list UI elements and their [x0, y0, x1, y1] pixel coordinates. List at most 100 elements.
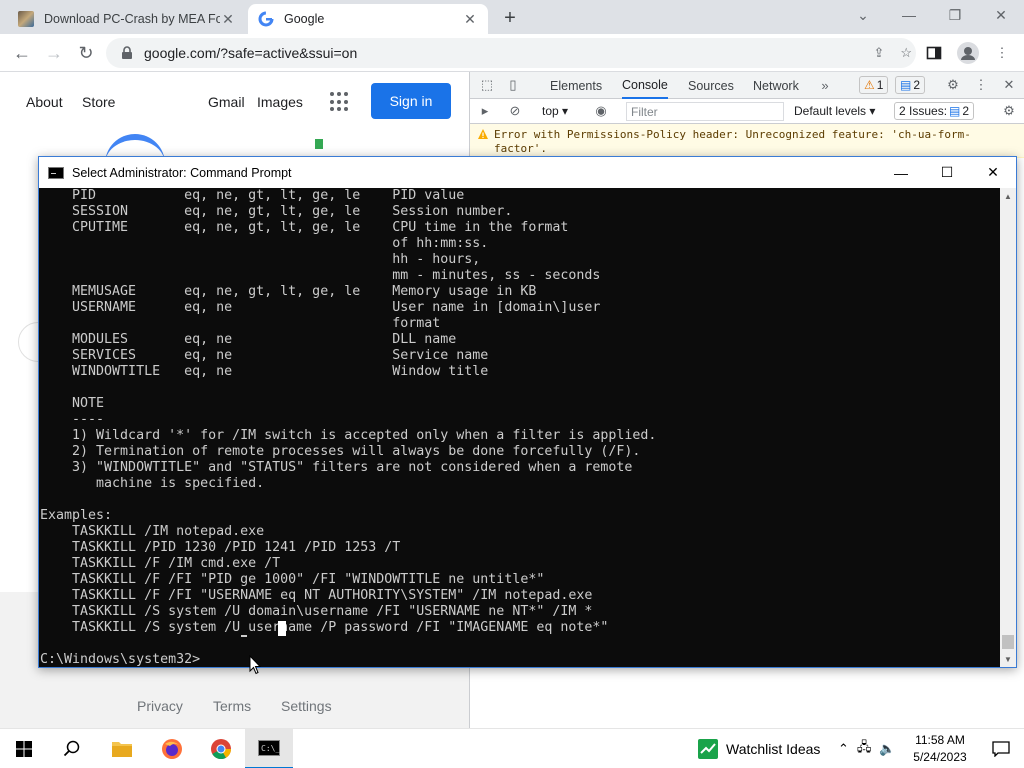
tab-network[interactable]: Network — [753, 72, 799, 99]
clock-date: 5/24/2023 — [913, 750, 967, 764]
browser-window-controls: ⌄ — ❐ ✕ — [840, 0, 1024, 30]
tab-pc-crash[interactable]: Download PC-Crash by MEA Forensic ✕ — [8, 4, 246, 34]
settings-link[interactable]: Settings — [281, 698, 332, 714]
volume-muted-icon[interactable]: 🔈 — [879, 741, 895, 757]
cmd-window-controls: — ☐ ✕ — [878, 157, 1016, 188]
images-link[interactable]: Images — [257, 94, 303, 110]
command-prompt-window[interactable]: Select Administrator: Command Prompt — ☐… — [38, 156, 1017, 668]
restore-button[interactable]: ❐ — [932, 0, 978, 30]
clear-console-icon[interactable]: ⊘ — [506, 102, 524, 120]
profile-avatar[interactable] — [956, 41, 980, 65]
log-levels-dropdown[interactable]: Default levels ▾ — [794, 104, 875, 118]
tab-google[interactable]: Google ✕ — [248, 4, 488, 34]
about-link[interactable]: About — [26, 94, 63, 110]
stock-chart-icon — [698, 739, 718, 759]
tab-elements[interactable]: Elements — [550, 72, 602, 99]
message-icon: ▤ — [949, 104, 961, 118]
tab-console[interactable]: Console — [622, 72, 668, 99]
sidebar-toggle-icon[interactable]: ▸ — [476, 102, 494, 120]
message-icon: ▤ — [900, 78, 912, 92]
tab-search-chevron-icon[interactable]: ⌄ — [840, 0, 886, 30]
scroll-down-arrow-icon[interactable]: ▼ — [1000, 651, 1016, 667]
more-tabs-icon[interactable]: » — [816, 76, 834, 94]
side-panel-icon[interactable] — [922, 41, 946, 65]
gear-icon[interactable]: ⚙ — [1000, 102, 1018, 120]
close-icon[interactable]: ✕ — [462, 11, 478, 27]
firefox-button[interactable] — [148, 729, 196, 768]
close-icon[interactable]: ✕ — [1000, 76, 1018, 94]
minimize-button[interactable]: — — [878, 157, 924, 188]
svg-text:C:\_: C:\_ — [261, 744, 280, 753]
selection-block — [278, 621, 286, 636]
pc-crash-favicon-icon — [18, 11, 34, 27]
address-bar[interactable]: google.com/?safe=active&ssui=on — [106, 38, 916, 68]
context-selector[interactable]: top ▾ — [542, 104, 568, 118]
cmd-window-title: Select Administrator: Command Prompt — [72, 165, 292, 180]
forward-button[interactable]: → — [42, 41, 66, 65]
privacy-link[interactable]: Privacy — [137, 698, 183, 714]
tab-title: Google — [284, 12, 325, 26]
file-explorer-button[interactable] — [98, 729, 146, 768]
close-icon[interactable]: ✕ — [220, 11, 236, 27]
warnings-badge[interactable]: ⚠ 1 — [859, 76, 889, 94]
maximize-button[interactable]: ☐ — [924, 157, 970, 188]
text-cursor — [241, 635, 247, 637]
chrome-icon — [211, 739, 232, 760]
kebab-menu-icon[interactable]: ⋮ — [972, 76, 990, 94]
url-text: google.com/?safe=active&ssui=on — [144, 45, 358, 61]
search-button[interactable] — [48, 729, 96, 768]
close-window-button[interactable]: ✕ — [978, 0, 1024, 30]
bookmark-star-icon[interactable]: ☆ — [900, 45, 912, 61]
store-link[interactable]: Store — [82, 94, 115, 110]
reload-button[interactable]: ↻ — [74, 41, 98, 65]
system-tray: ⌃ 🖧 🔈 — [838, 729, 896, 768]
scroll-thumb[interactable] — [1002, 635, 1014, 649]
filter-input[interactable]: Filter — [626, 102, 784, 121]
notification-icon — [992, 741, 1010, 757]
start-button[interactable] — [0, 729, 48, 768]
eye-icon[interactable]: ◉ — [592, 102, 610, 120]
issues-button[interactable]: 2 Issues: ▤ 2 — [894, 102, 975, 120]
minimize-button[interactable]: — — [886, 0, 932, 30]
console-output[interactable]: PID eq, ne, gt, lt, ge, le PID value SES… — [39, 188, 1000, 667]
terms-link[interactable]: Terms — [213, 698, 251, 714]
back-button[interactable]: ← — [10, 41, 34, 65]
google-logo-fragment — [315, 139, 323, 149]
toolbar-right: ⋮ — [922, 41, 1014, 65]
network-icon[interactable]: 🖧 — [857, 738, 872, 760]
system-clock[interactable]: 11:58 AM 5/24/2023 — [904, 732, 976, 766]
new-tab-button[interactable]: + — [498, 6, 522, 30]
chrome-button[interactable] — [197, 729, 245, 768]
cmd-icon: C:\_ — [258, 740, 280, 756]
warning-count: 1 — [876, 78, 884, 92]
cmd-app-icon — [48, 166, 64, 179]
tab-sources[interactable]: Sources — [688, 72, 734, 99]
gmail-link[interactable]: Gmail — [208, 94, 245, 110]
command-prompt-taskbar-button[interactable]: C:\_ — [245, 729, 293, 768]
sign-in-button[interactable]: Sign in — [371, 83, 451, 119]
cmd-title-bar[interactable]: Select Administrator: Command Prompt — ☐… — [39, 157, 1016, 188]
kebab-menu-icon[interactable]: ⋮ — [990, 41, 1014, 65]
vertical-scrollbar[interactable]: ▲ ▼ — [1000, 188, 1016, 667]
share-icon[interactable]: ⇪ — [873, 45, 884, 61]
chevron-up-icon[interactable]: ⌃ — [838, 741, 849, 757]
warning-text: Error with Permissions-Policy header: Un… — [494, 128, 971, 155]
browser-tab-strip: Download PC-Crash by MEA Forensic ✕ Goog… — [0, 0, 1024, 34]
watchlist-widget[interactable]: Watchlist Ideas — [698, 729, 820, 768]
google-favicon-icon — [258, 11, 274, 27]
close-window-button[interactable]: ✕ — [970, 157, 1016, 188]
gear-icon[interactable]: ⚙ — [944, 76, 962, 94]
mouse-pointer-icon — [249, 655, 261, 675]
message-count: 2 — [913, 78, 921, 92]
messages-badge[interactable]: ▤ 2 — [895, 76, 926, 94]
windows-taskbar: C:\_ Watchlist Ideas ⌃ 🖧 🔈 11:58 AM 5/24… — [0, 728, 1024, 768]
devtools-tab-bar: ⬚ ▯ Elements Console Sources Network » ⚠… — [470, 72, 1024, 99]
scroll-up-arrow-icon[interactable]: ▲ — [1000, 188, 1016, 204]
notification-center-button[interactable] — [978, 729, 1024, 768]
inspect-element-icon[interactable]: ⬚ — [478, 76, 496, 94]
clock-time: 11:58 AM — [915, 733, 965, 747]
lock-icon — [122, 46, 132, 59]
device-toolbar-icon[interactable]: ▯ — [504, 76, 522, 94]
watchlist-label: Watchlist Ideas — [726, 741, 821, 757]
google-apps-icon[interactable] — [330, 92, 350, 112]
